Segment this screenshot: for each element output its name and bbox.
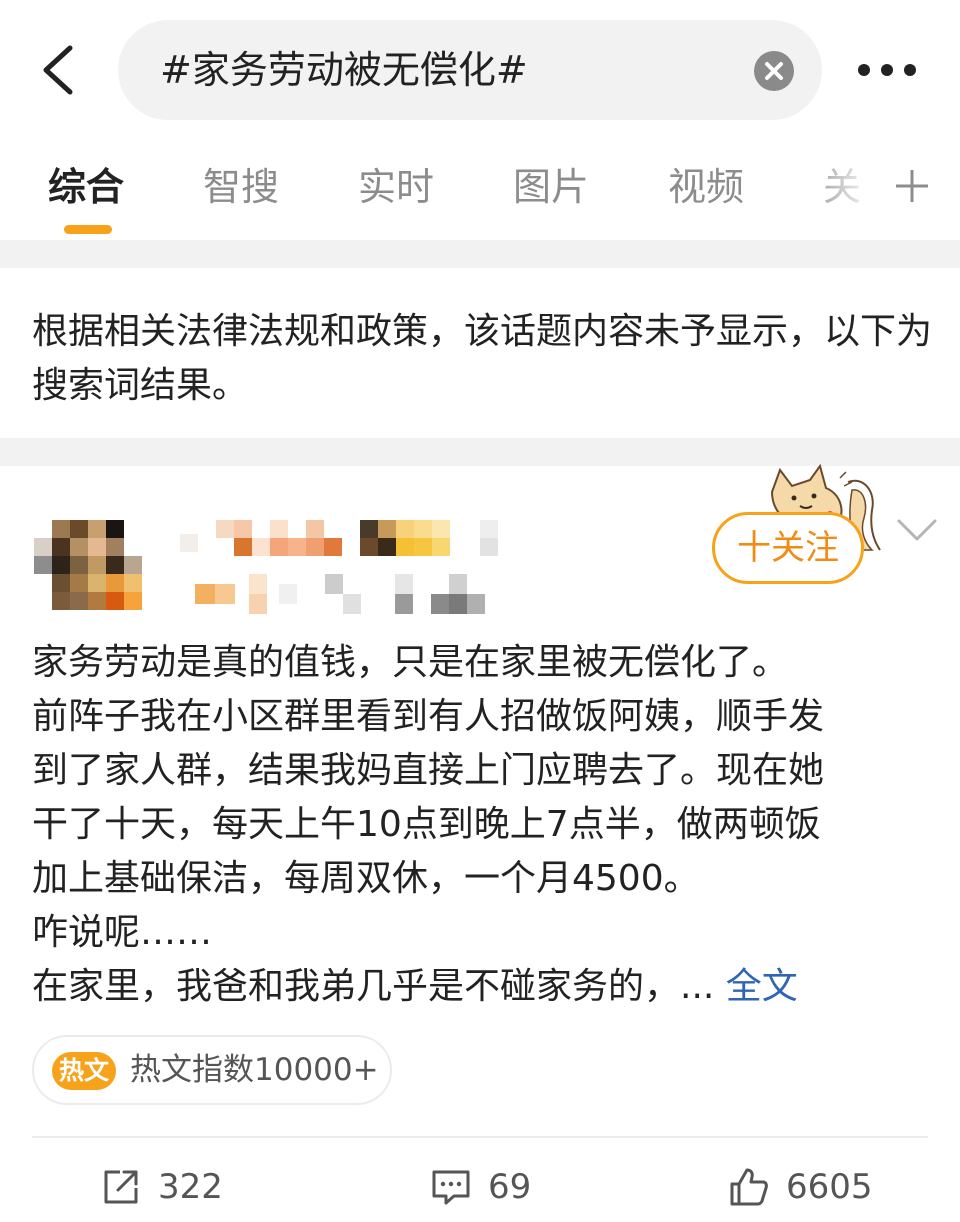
- like-button[interactable]: 6605: [728, 1160, 888, 1214]
- post-line: 加上基础保洁，每周双休，一个月4500。: [32, 858, 700, 899]
- post-line: 前阵子我在小区群里看到有人招做饭阿姨，顺手发: [32, 696, 825, 737]
- post-body[interactable]: 家务劳动是真的值钱，只是在家里被无偿化了。 前阵子我在小区群里看到有人招做饭阿姨…: [32, 636, 932, 1014]
- section-divider: [0, 240, 960, 268]
- pixelated-username: [180, 520, 498, 556]
- post-line: 咋说呢……: [32, 912, 213, 953]
- tab-images[interactable]: 图片: [513, 150, 589, 224]
- tab-fade: [800, 150, 890, 224]
- comment-icon: [432, 1170, 470, 1205]
- tab-comprehensive[interactable]: 综合: [48, 150, 124, 224]
- search-query-text: #家务劳动被无偿化#: [160, 48, 528, 92]
- post-menu-button[interactable]: [895, 515, 939, 545]
- pixelated-avatar-image: [34, 520, 142, 610]
- clear-search-button[interactable]: [754, 51, 794, 91]
- close-icon: [765, 62, 783, 80]
- like-count: 6605: [786, 1167, 873, 1207]
- share-icon: [104, 1170, 138, 1204]
- search-input[interactable]: #家务劳动被无偿化#: [118, 20, 822, 120]
- more-options-button[interactable]: [852, 50, 922, 90]
- thumbs-up-icon: [730, 1168, 768, 1206]
- username-blurred[interactable]: [180, 520, 510, 560]
- plus-icon: [896, 170, 928, 202]
- active-tab-indicator: [64, 225, 112, 234]
- ellipsis-icon: [858, 64, 916, 76]
- tab-videos[interactable]: 视频: [668, 150, 744, 224]
- expand-full-text-link[interactable]: 全文: [726, 966, 798, 1007]
- tab-smart-search[interactable]: 智搜: [203, 150, 279, 224]
- top-bar: #家务劳动被无偿化#: [0, 0, 960, 140]
- content-hidden-notice: 根据相关法律法规和政策，该话题内容未予显示，以下为搜索词结果。: [32, 311, 933, 406]
- back-button[interactable]: [30, 40, 90, 100]
- post-line-text: 在家里，我爸和我弟几乎是不碰家务的，...: [32, 966, 726, 1007]
- hot-index-pill[interactable]: 热文 热文指数10000+: [32, 1035, 392, 1105]
- pixelated-post-meta: [195, 574, 485, 614]
- chevron-left-icon: [43, 45, 73, 95]
- post-meta-blurred: [195, 574, 495, 614]
- hot-badge: 热文: [52, 1052, 116, 1090]
- comment-button[interactable]: 69: [430, 1160, 550, 1214]
- follow-button[interactable]: 十关注: [712, 512, 864, 584]
- action-divider: [32, 1136, 928, 1138]
- avatar[interactable]: [34, 520, 146, 612]
- chevron-down-icon: [897, 519, 937, 541]
- post-line: 到了家人群，结果我妈直接上门应聘去了。现在她: [32, 750, 825, 791]
- add-tab-button[interactable]: [890, 164, 934, 208]
- comment-count: 69: [488, 1167, 532, 1207]
- repost-count: 322: [158, 1167, 223, 1207]
- repost-button[interactable]: 322: [100, 1160, 240, 1214]
- post-line-last: 在家里，我爸和我弟几乎是不碰家务的，... 全文: [32, 960, 932, 1014]
- hot-index-text: 热文指数10000+: [130, 1052, 379, 1088]
- post-line: 家务劳动是真的值钱，只是在家里被无偿化了。: [32, 642, 789, 683]
- post-line: 干了十天，每天上午10点到晚上7点半，做两顿饭: [32, 804, 821, 845]
- tab-realtime[interactable]: 实时: [358, 150, 434, 224]
- search-tabs: 综合 智搜 实时 图片 视频 关: [0, 150, 960, 240]
